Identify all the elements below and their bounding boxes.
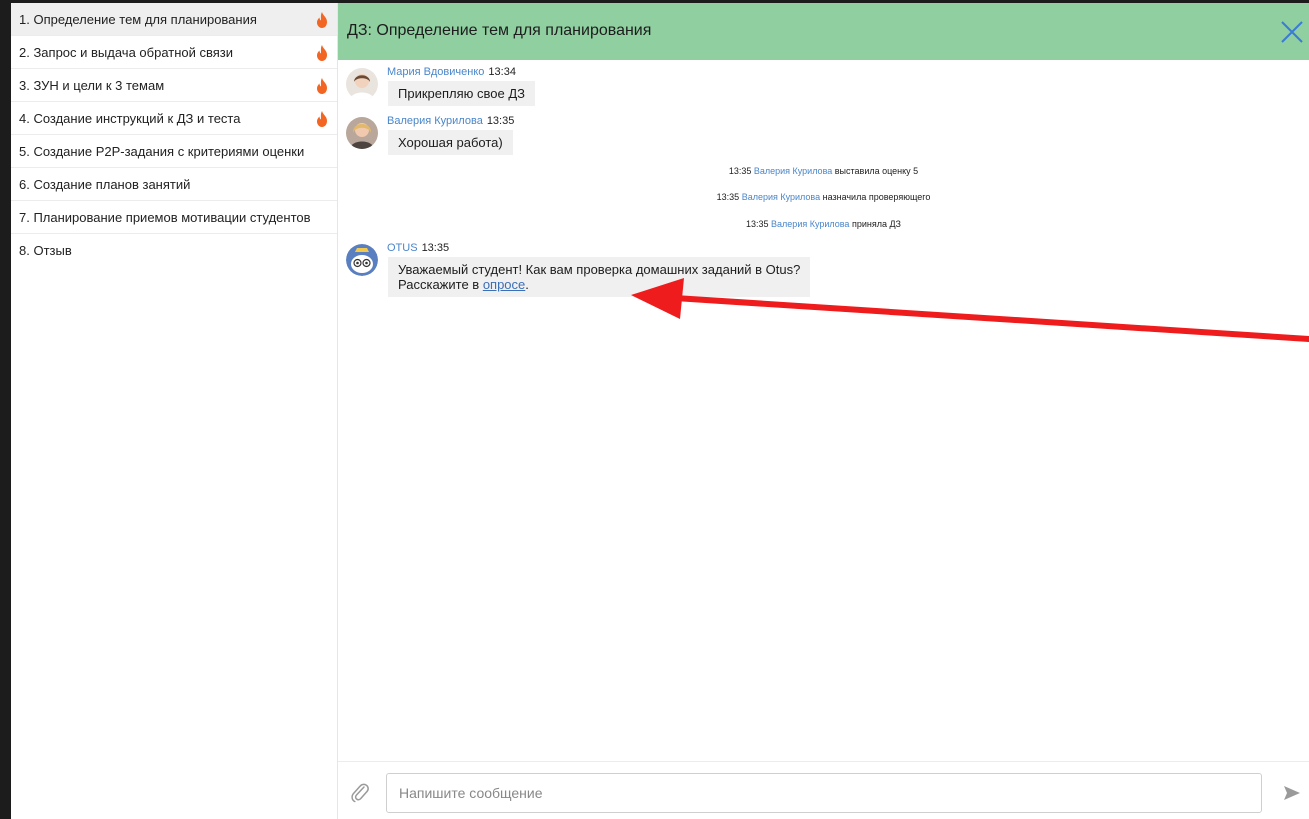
bot-message-line1: Уважаемый студент! Как вам проверка дома… [398,262,801,277]
sidebar-topic-5[interactable]: 5. Создание P2P-задания с критериями оце… [11,135,337,168]
app-window: 1. Определение тем для планирования 2. З… [11,3,1309,819]
message-meta: OTUS 13:35 [387,242,449,254]
line2-prefix: Расскажите в [398,277,483,292]
event-time: 13:35 [716,192,740,202]
system-event: 13:35 Валерия Курилова выставила оценку … [338,166,1309,176]
topic-label: 3. ЗУН и цели к 3 темам [19,78,165,93]
sidebar-topic-2[interactable]: 2. Запрос и выдача обратной связи [11,36,337,69]
avatar[interactable] [346,117,378,149]
paperclip-icon[interactable] [350,782,370,804]
topic-label: 4. Создание инструкций к ДЗ и теста [19,111,241,126]
flame-icon [317,78,327,94]
message-time: 13:34 [488,66,516,78]
survey-link[interactable]: опросе [483,277,525,292]
system-event: 13:35 Валерия Курилова назначила проверя… [338,192,1309,202]
sidebar-topic-4[interactable]: 4. Создание инструкций к ДЗ и теста [11,102,337,135]
message-bubble: Прикрепляю свое ДЗ [388,81,535,106]
message-bubble: Хорошая работа) [388,130,513,155]
topics-sidebar: 1. Определение тем для планирования 2. З… [11,3,338,819]
topic-label: 1. Определение тем для планирования [19,12,257,27]
system-event: 13:35 Валерия Курилова приняла ДЗ [338,219,1309,229]
event-action: приняла ДЗ [851,219,901,229]
event-user[interactable]: Валерия Курилова [771,219,849,229]
message-meta: Мария Вдовиченко 13:34 [387,66,516,78]
event-user[interactable]: Валерия Курилова [754,166,832,176]
message-input[interactable] [386,773,1262,813]
message-meta: Валерия Курилова 13:35 [387,115,514,127]
message-time: 13:35 [421,242,450,254]
sidebar-topic-7[interactable]: 7. Планирование приемов мотивации студен… [11,201,337,234]
topic-label: 8. Отзыв [19,243,72,258]
message-bubble: Уважаемый студент! Как вам проверка дома… [388,257,811,297]
avatar[interactable] [346,68,378,100]
event-action: выставила оценку 5 [834,166,919,176]
flame-icon [317,45,327,61]
flame-icon [317,12,327,28]
sidebar-topic-1[interactable]: 1. Определение тем для планирования [11,3,337,36]
send-icon[interactable] [1283,784,1301,802]
event-user[interactable]: Валерия Курилова [742,192,820,202]
sidebar-topic-6[interactable]: 6. Создание планов занятий [11,168,337,201]
bot-message-line2: Расскажите в опросе. [398,277,800,292]
sidebar-topic-8[interactable]: 8. Отзыв [11,234,337,267]
line2-suffix: . [525,277,529,292]
chat-panel: ДЗ: Определение тем для планирования Мар… [338,3,1309,819]
message-author[interactable]: Мария Вдовиченко [387,66,484,78]
message-author[interactable]: Валерия Курилова [387,115,483,127]
message-author[interactable]: OTUS [387,242,418,254]
sidebar-topic-3[interactable]: 3. ЗУН и цели к 3 темам [11,69,337,102]
flame-icon [317,111,327,127]
topic-label: 7. Планирование приемов мотивации студен… [19,210,311,225]
event-time: 13:35 [746,219,769,229]
topic-label: 2. Запрос и выдача обратной связи [19,45,234,60]
message-composer [338,761,1309,819]
event-action: назначила проверяющего [822,192,931,202]
event-time: 13:35 [728,166,752,176]
chat-header: ДЗ: Определение тем для планирования [338,3,1309,60]
message-time: 13:35 [486,115,515,127]
otus-bot-avatar[interactable] [346,244,378,276]
topic-label: 6. Создание планов занятий [19,177,191,192]
topic-label: 5. Создание P2P-задания с критериями оце… [19,144,305,159]
close-icon[interactable] [1279,19,1305,45]
chat-title: ДЗ: Определение тем для планирования [347,22,652,39]
